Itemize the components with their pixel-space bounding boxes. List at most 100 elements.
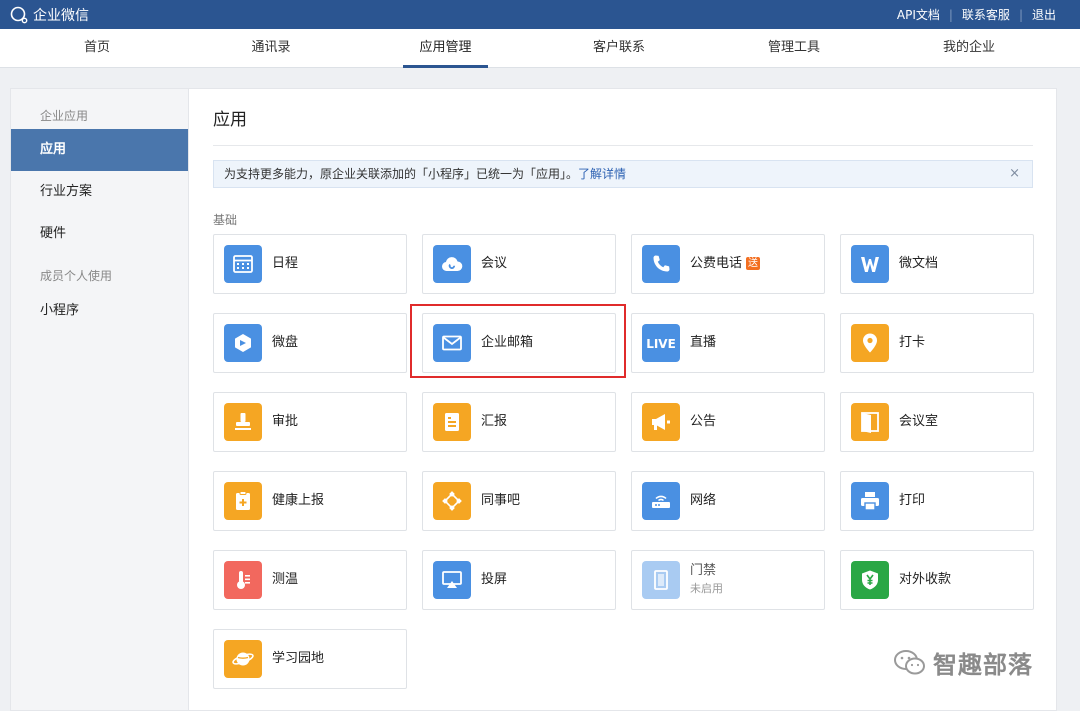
close-icon[interactable]: × (1009, 161, 1020, 187)
app-label: 投屏 (481, 572, 508, 587)
learn-more-link[interactable]: 了解详情 (578, 167, 626, 181)
app-card[interactable]: 网络 (631, 471, 825, 531)
app-card[interactable]: 会议室 (840, 392, 1034, 452)
app-status-text: 未启用 (690, 582, 723, 595)
notice-text: 为支持更多能力，原企业关联添加的「小程序」已统一为「应用」。 (224, 167, 579, 181)
app-card-text: 网络 (690, 493, 716, 509)
tab-home[interactable]: 首页 (62, 29, 132, 68)
app-label: 日程 (272, 256, 299, 271)
app-card[interactable]: 门禁 未启用 (631, 550, 825, 610)
app-card[interactable]: 学习园地 (213, 629, 407, 689)
app-card-text: 企业邮箱 (481, 335, 533, 351)
app-label: 对外收款 (899, 572, 952, 587)
app-card[interactable]: 对外收款 (840, 550, 1034, 610)
app-label: 微盘 (272, 335, 299, 350)
app-card[interactable]: 汇报 (422, 392, 616, 452)
app-card-text: 对外收款 (899, 572, 951, 588)
app-card[interactable]: 同事吧 (422, 471, 616, 531)
sidebar-item-mini-programs[interactable]: 小程序 (11, 290, 188, 332)
app-card-title: 汇报 (481, 414, 507, 430)
api-docs-link[interactable]: API文档 (897, 6, 940, 23)
app-card[interactable]: 企业邮箱 (422, 313, 616, 373)
app-card-title: 公费电话送 (690, 256, 761, 272)
app-label: 同事吧 (481, 493, 521, 508)
app-card-title: 对外收款 (899, 572, 951, 588)
tab-app-management[interactable]: 应用管理 (403, 29, 488, 68)
printer-icon (851, 482, 889, 520)
report-icon (433, 403, 471, 441)
app-card-title: 会议 (481, 256, 507, 272)
section-label-basic: 基础 (213, 213, 238, 227)
main-panel: 应用 为支持更多能力，原企业关联添加的「小程序」已统一为「应用」。了解详情 × … (188, 88, 1057, 711)
app-card-title: 企业邮箱 (481, 335, 533, 351)
app-card-text: 学习园地 (272, 651, 324, 667)
app-card[interactable]: LIVE 直播 (631, 313, 825, 373)
app-card-text: 微盘 (272, 335, 298, 351)
app-card-text: 会议室 (899, 414, 938, 430)
health-clipboard-icon (224, 482, 262, 520)
tab-contacts[interactable]: 通讯录 (236, 29, 306, 68)
calendar-icon (224, 245, 262, 283)
main-nav: 首页 通讯录 应用管理 客户联系 管理工具 我的企业 (0, 29, 1080, 68)
cloud-meeting-icon (433, 245, 471, 283)
app-card-text: 日程 (272, 256, 298, 272)
router-icon (642, 482, 680, 520)
app-label: 公费电话 (690, 256, 743, 271)
app-label: 打卡 (899, 335, 926, 350)
app-label: 打印 (899, 493, 926, 508)
page-title: 应用 (213, 110, 247, 130)
app-card-text: 公告 (690, 414, 716, 430)
app-logo[interactable]: 企业微信 (9, 5, 89, 25)
tab-management-tools[interactable]: 管理工具 (759, 29, 829, 68)
app-card-text: 微文档 (899, 256, 938, 272)
app-card-title: 门禁 (690, 563, 723, 579)
app-label: 门禁 (690, 563, 717, 578)
door-icon (851, 403, 889, 441)
app-card[interactable]: 会议 (422, 234, 616, 294)
app-card-title: 微文档 (899, 256, 938, 272)
app-label: 会议室 (899, 414, 939, 429)
app-card-title: 直播 (690, 335, 716, 351)
thermometer-icon (224, 561, 262, 599)
drive-icon (224, 324, 262, 362)
app-card-text: 同事吧 (481, 493, 520, 509)
app-card[interactable]: 审批 (213, 392, 407, 452)
app-card[interactable]: 测温 (213, 550, 407, 610)
app-card-title: 同事吧 (481, 493, 520, 509)
app-label: 微文档 (899, 256, 939, 271)
notice-banner: 为支持更多能力，原企业关联添加的「小程序」已统一为「应用」。了解详情 × (213, 160, 1033, 188)
tab-my-company[interactable]: 我的企业 (934, 29, 1004, 68)
app-label: 汇报 (481, 414, 508, 429)
app-card[interactable]: 健康上报 (213, 471, 407, 531)
sidebar: 企业应用 应用 行业方案 硬件 成员个人使用 小程序 (10, 88, 188, 711)
tab-customer-contact[interactable]: 客户联系 (584, 29, 654, 68)
app-card[interactable]: 微盘 (213, 313, 407, 373)
sidebar-item-hardware[interactable]: 硬件 (11, 213, 188, 255)
app-card[interactable]: 投屏 (422, 550, 616, 610)
app-name: 企业微信 (33, 7, 89, 24)
phone-icon (642, 245, 680, 283)
yuan-shield-icon (851, 561, 889, 599)
app-card-title: 公告 (690, 414, 716, 430)
app-card[interactable]: 公告 (631, 392, 825, 452)
sidebar-item-apps[interactable]: 应用 (11, 129, 188, 171)
app-card[interactable]: 公费电话送 (631, 234, 825, 294)
live-icon: LIVE (642, 324, 680, 362)
app-card-title: 测温 (272, 572, 298, 588)
app-card-title: 审批 (272, 414, 298, 430)
stamp-icon (224, 403, 262, 441)
app-card[interactable]: 打印 (840, 471, 1034, 531)
app-card-text: 投屏 (481, 572, 507, 588)
wecom-logo-icon (10, 6, 28, 23)
top-links: API文档 | 联系客服 | 退出 (897, 6, 1056, 23)
app-card-title: 网络 (690, 493, 716, 509)
contact-support-link[interactable]: 联系客服 (962, 6, 1010, 23)
logout-link[interactable]: 退出 (1032, 6, 1056, 23)
divider: | (948, 7, 953, 22)
app-card[interactable]: 微文档 (840, 234, 1034, 294)
svg-text:LIVE: LIVE (646, 337, 676, 351)
app-card[interactable]: 日程 (213, 234, 407, 294)
watermark-text: 智趣部落 (933, 651, 1033, 679)
sidebar-item-industry-solutions[interactable]: 行业方案 (11, 171, 188, 213)
app-card[interactable]: 打卡 (840, 313, 1034, 373)
